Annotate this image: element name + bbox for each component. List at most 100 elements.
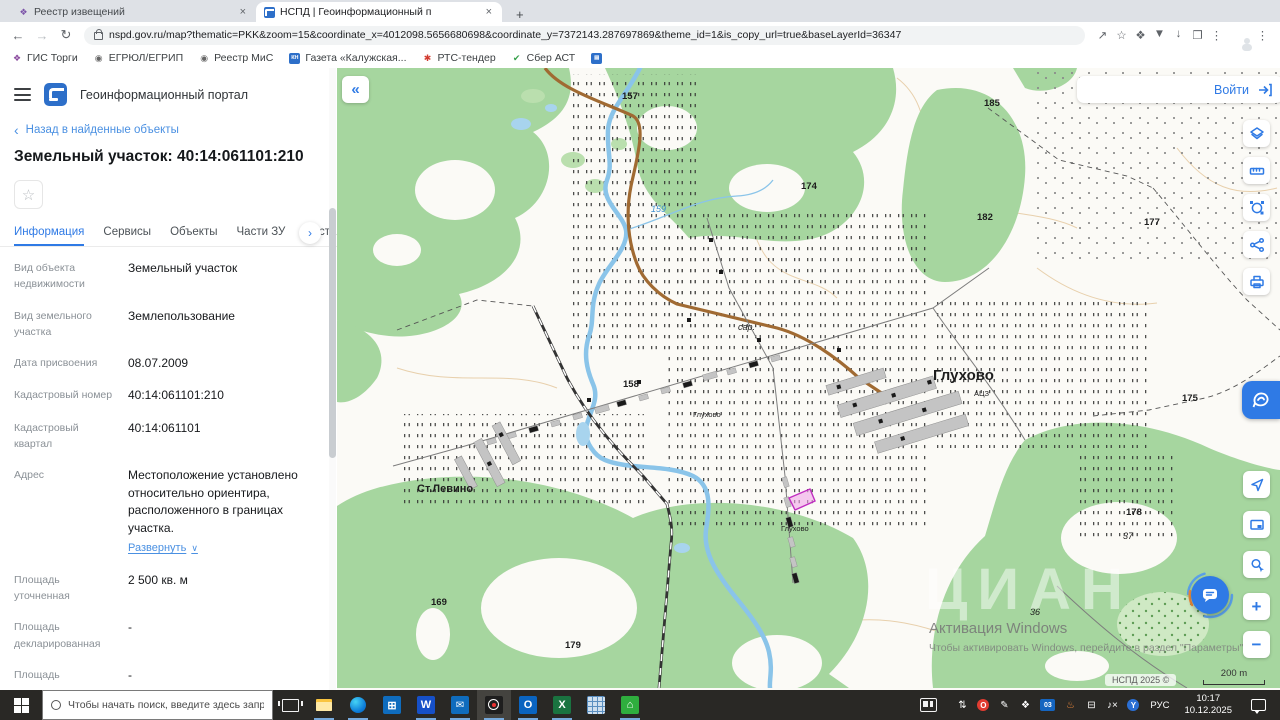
searcharea-button[interactable] xyxy=(1243,551,1270,578)
usb-icon[interactable]: ⇅ xyxy=(956,698,968,712)
map-label: Глухово xyxy=(781,524,809,533)
notification-icon[interactable] xyxy=(1251,699,1266,714)
taskbar-taskview-icon[interactable] xyxy=(273,690,307,720)
back-to-results-link[interactable]: ‹ Назад в найденные объекты xyxy=(0,114,337,140)
tab-title: НСПД | Геоинформационный п xyxy=(280,6,432,18)
feedback-widget-button[interactable] xyxy=(1242,381,1280,419)
layers-button[interactable] xyxy=(1243,120,1270,147)
map-label: 178 xyxy=(1126,507,1142,518)
zoom-out-button[interactable]: − xyxy=(1243,631,1270,658)
map-label: 169 xyxy=(431,597,447,608)
download-icon[interactable]: ↓ xyxy=(1169,28,1188,42)
browser-tab-0[interactable]: ❖ Реестр извещений × xyxy=(10,2,256,22)
login-bar[interactable]: Войти xyxy=(1077,76,1280,103)
taskbar-mail-icon[interactable]: ✉ xyxy=(443,690,477,720)
chat-assistant-button[interactable] xyxy=(1186,571,1234,619)
opera-icon[interactable]: O xyxy=(977,698,990,712)
windows-logo-icon xyxy=(13,697,29,713)
tab-favicon: ❖ xyxy=(19,6,28,17)
share-icon[interactable]: ↗ xyxy=(1093,28,1112,42)
attributes-list: Вид объекта недвижимости Земельный участо… xyxy=(0,247,337,690)
expand-link[interactable]: Развернуть ∨ xyxy=(128,541,198,557)
tab-Сервисы[interactable]: Сервисы xyxy=(103,217,151,246)
print-button[interactable] xyxy=(1243,268,1270,295)
outlook-glyph: O xyxy=(519,696,537,714)
tab-close-icon[interactable]: × xyxy=(238,6,248,18)
menu-icon[interactable]: ⋮ xyxy=(1207,28,1226,42)
onedrive-badge[interactable]: 03 xyxy=(1040,698,1056,712)
screen-button[interactable] xyxy=(1243,511,1270,538)
taskbar-excel-icon[interactable]: X xyxy=(545,690,579,720)
taskbar-store-icon[interactable]: ⊞ xyxy=(375,690,409,720)
panel-scrollbar[interactable] xyxy=(329,68,336,690)
widgets-icon[interactable] xyxy=(920,698,938,712)
taskbar-search[interactable]: Чтобы начать поиск, введите здесь запрос xyxy=(42,690,273,720)
locate-icon xyxy=(1250,478,1263,491)
browser-tab-1[interactable]: НСПД | Геоинформационный п × xyxy=(256,2,502,22)
favorite-star-button[interactable]: ☆ xyxy=(14,180,43,209)
network-icon[interactable]: ⊟ xyxy=(1085,698,1097,712)
taskbar-clock[interactable]: 10:17 10.12.2025 xyxy=(1180,693,1236,717)
tab-Информация[interactable]: Информация xyxy=(14,217,84,246)
back-icon[interactable]: ← xyxy=(8,28,28,43)
screen-icon xyxy=(1249,519,1264,530)
map-label: Ст.Левино xyxy=(417,483,473,495)
lasso-button[interactable] xyxy=(1243,194,1270,221)
tab-Объекты[interactable]: Объекты xyxy=(170,217,217,246)
lab-icon[interactable]: ▼ xyxy=(1150,28,1169,42)
zoom-in-button[interactable]: + xyxy=(1243,593,1270,620)
bookmark-item[interactable]: ✱ РТС-тендер xyxy=(423,52,496,64)
reload-icon[interactable]: ↻ xyxy=(56,27,76,43)
bookmark-item[interactable]: ✔ Сбер АСТ xyxy=(512,52,575,64)
taskbar-edge-icon[interactable] xyxy=(341,690,375,720)
attribute-value: 08.07.2009 xyxy=(128,356,189,371)
volume-muted-icon[interactable]: ♪× xyxy=(1106,698,1118,712)
bookmark-item[interactable]: ❖ ГИС Торги xyxy=(12,52,78,64)
bookmark-item[interactable]: КН Газета «Калужская... xyxy=(289,52,407,64)
attribute-label: Вид земельного участка xyxy=(14,309,92,338)
pen-icon[interactable]: ✎ xyxy=(998,698,1010,712)
flame-icon[interactable]: ♨ xyxy=(1064,698,1076,712)
taskbar-grid-icon[interactable] xyxy=(579,690,613,720)
ruler-button[interactable] xyxy=(1243,157,1270,184)
new-tab-button[interactable]: + xyxy=(510,7,530,22)
attribute-row: Вид земельного участка Землепользование xyxy=(14,308,323,341)
taskbar-explorer-icon[interactable] xyxy=(307,690,341,720)
extensions-icon[interactable]: ❖ xyxy=(1131,28,1150,42)
excel-glyph: X xyxy=(553,696,571,714)
tab-Части ЗУ[interactable]: Части ЗУ xyxy=(237,217,286,246)
share-icon xyxy=(1249,237,1264,252)
bookmark-item[interactable]: ▤ xyxy=(591,52,603,64)
attribute-row: Вид объекта недвижимости Земельный участо… xyxy=(14,260,323,293)
word-glyph: W xyxy=(417,696,435,714)
bookmark-label: Реестр МиС xyxy=(214,52,274,64)
bookmark-star-icon[interactable]: ☆ xyxy=(1112,28,1131,42)
menu-icon[interactable]: ⋮ xyxy=(1253,28,1272,42)
map-label: 36 xyxy=(1030,607,1040,617)
object-info-panel: Геоинформационный портал ‹ Назад в найде… xyxy=(0,68,337,690)
taskbar-word-icon[interactable]: W xyxy=(409,690,443,720)
attribute-value: - xyxy=(128,667,132,682)
tab-close-icon[interactable]: × xyxy=(484,6,494,18)
language-indicator[interactable]: РУС xyxy=(1148,700,1171,711)
share-button[interactable] xyxy=(1243,231,1270,258)
map-canvas[interactable]: 157 174 185 182 177 158 159 сар. Глухово АЦЗ Глухо… xyxy=(337,68,1280,688)
taskbar-home-icon[interactable]: ⌂ xyxy=(613,690,647,720)
defender-icon[interactable]: ❖ xyxy=(1019,698,1031,712)
bookmark-item[interactable]: ◉ Реестр МиС xyxy=(199,52,273,64)
reader-icon[interactable]: ❐ xyxy=(1188,28,1207,42)
locate-button[interactable] xyxy=(1243,471,1270,498)
start-button[interactable] xyxy=(0,690,42,720)
bookmark-favicon: КН xyxy=(289,52,301,64)
taskbar-outlook-icon[interactable]: O xyxy=(511,690,545,720)
chevron-left-icon: ‹ xyxy=(14,122,19,138)
forward-icon[interactable]: → xyxy=(32,28,52,43)
bookmark-item[interactable]: ◉ ЕГРЮЛ/ЕГРИП xyxy=(94,52,183,64)
hamburger-menu-icon[interactable] xyxy=(14,88,31,101)
attribute-value: 2 500 кв. м xyxy=(128,572,188,587)
tabs-overflow-button[interactable]: › xyxy=(299,222,321,244)
collapse-panel-button[interactable]: « xyxy=(342,76,369,103)
yandex-icon[interactable]: Y xyxy=(1127,698,1140,712)
url-bar[interactable]: nspd.gov.ru/map?thematic=PKK&zoom=15&coo… xyxy=(84,25,1085,45)
taskbar-rec-icon[interactable] xyxy=(477,690,511,720)
